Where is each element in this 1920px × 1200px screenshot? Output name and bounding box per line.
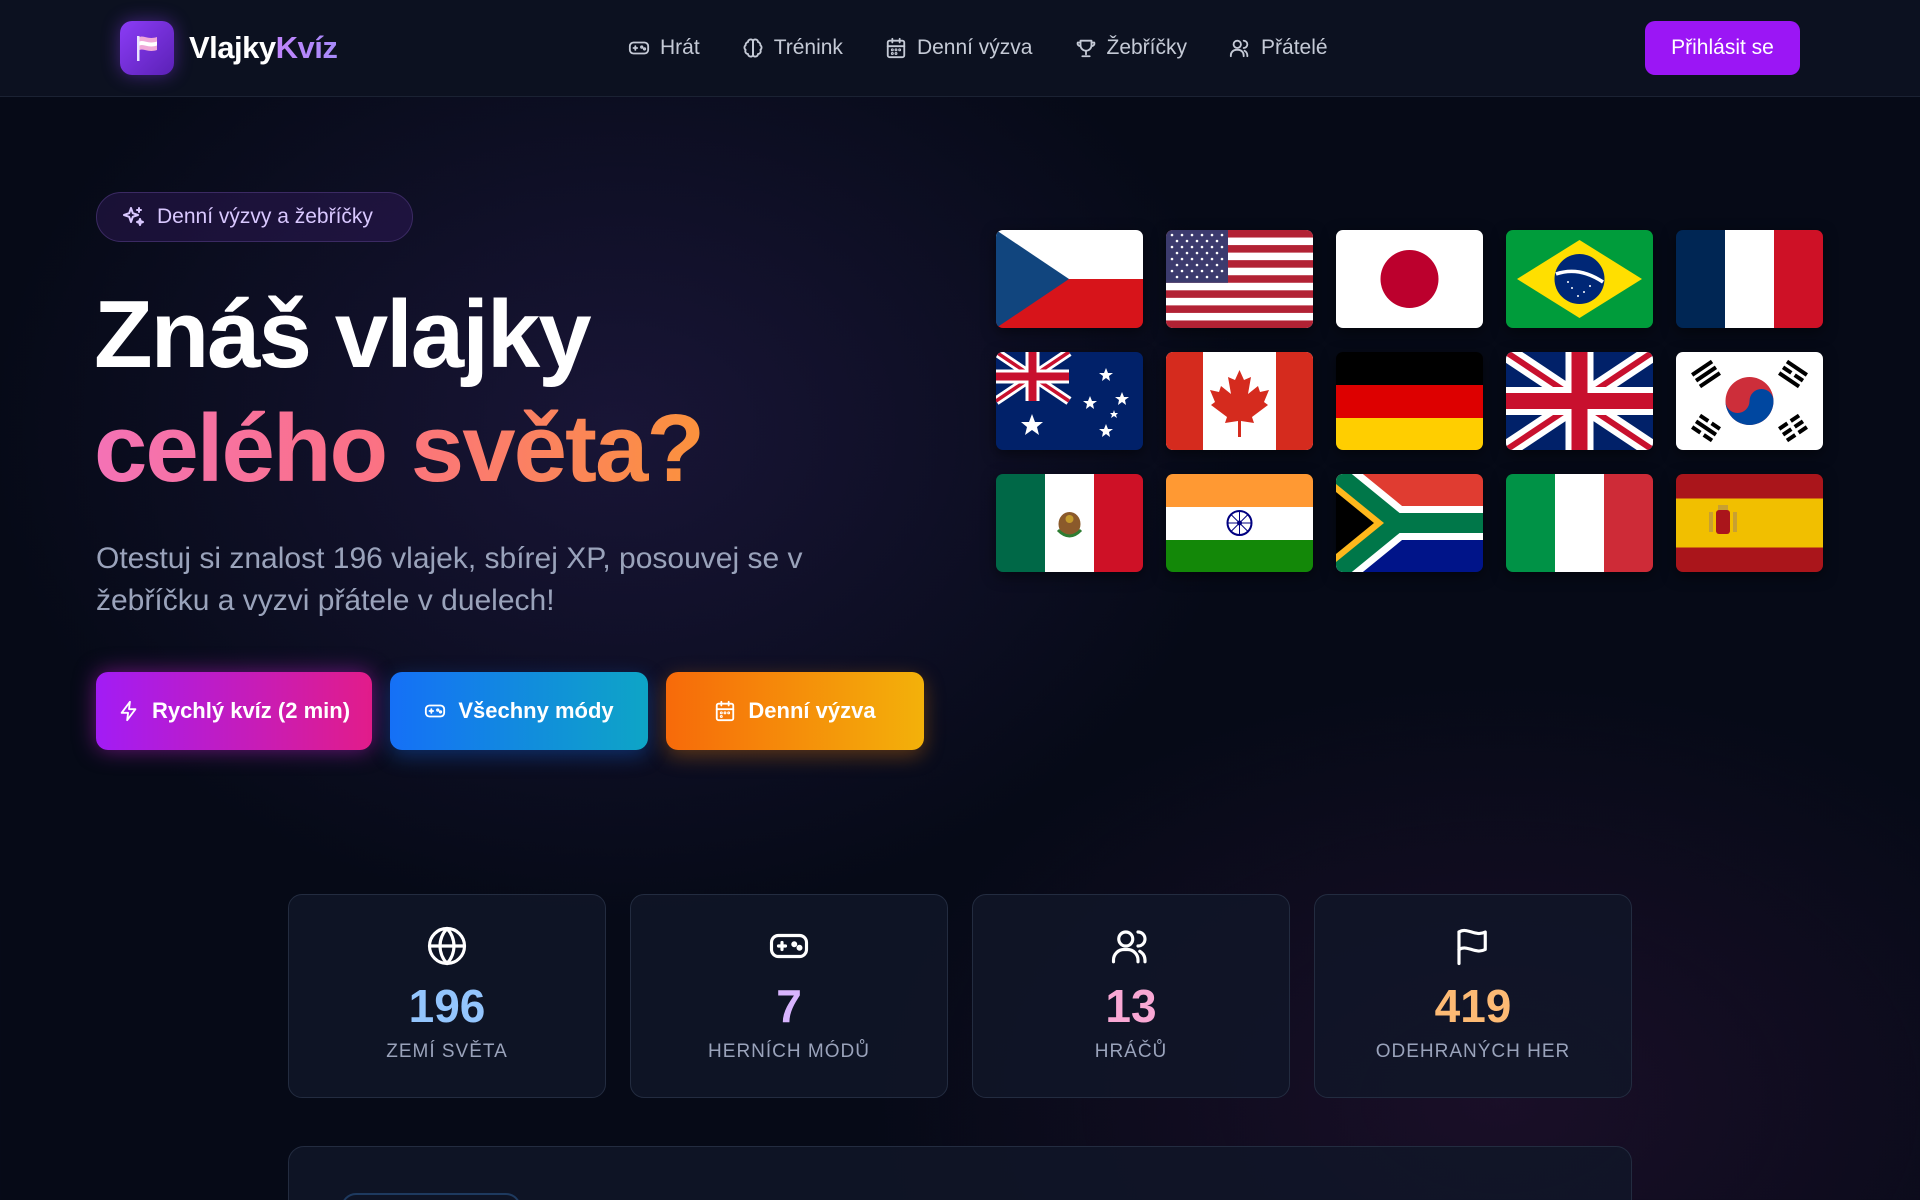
- flag-logo-icon: [120, 21, 174, 75]
- stat-label: ODEHRANÝCH HER: [1375, 1041, 1571, 1062]
- gamepad-icon: [628, 41, 650, 55]
- stat-card-games: 419 ODEHRANÝCH HER: [1314, 894, 1632, 1098]
- quick-quiz-button[interactable]: Rychlý kvíz (2 min): [96, 672, 372, 750]
- nav-item-trenink[interactable]: Trénink: [742, 30, 843, 66]
- nav-item-label: Denní výzva: [916, 36, 1033, 59]
- logo[interactable]: VlajkyKvíz: [120, 21, 338, 75]
- users-icon: [1229, 39, 1249, 58]
- feature-pill: Denní výzvy a žebříčky: [96, 192, 413, 242]
- flag-czech-republic: [996, 230, 1143, 328]
- flag-france: [1676, 230, 1823, 328]
- section-chip: [341, 1193, 521, 1200]
- flag-germany: [1336, 352, 1483, 450]
- flag-united-kingdom: [1506, 352, 1653, 450]
- stat-value: 13: [1105, 980, 1157, 1032]
- nav-item-label: Přátelé: [1261, 36, 1328, 59]
- trophy-icon: [1076, 39, 1095, 58]
- nav-item-pratele[interactable]: Přátelé: [1229, 30, 1328, 66]
- hero-subtitle: Otestuj si znalost 196 vlajek, sbírej XP…: [96, 542, 803, 617]
- flag-south-africa: [1336, 474, 1483, 572]
- nav-item-label: Žebříčky: [1106, 36, 1188, 59]
- calendar-icon: [716, 700, 735, 722]
- logo-text-part1: Vlajky: [189, 30, 276, 65]
- stat-label: HERNÍCH MÓDŮ: [708, 1041, 870, 1062]
- nav-item-hrat[interactable]: Hrát: [628, 30, 700, 66]
- quick-quiz-label: Rychlý kvíz (2 min): [151, 698, 351, 723]
- gamepad-icon: [425, 704, 446, 718]
- stat-card-modes: 7 HERNÍCH MÓDŮ: [630, 894, 948, 1098]
- calendar-icon: [886, 37, 906, 59]
- gamepad-icon: [768, 925, 810, 969]
- all-modes-label: Všechny módy: [458, 698, 614, 723]
- daily-challenge-button[interactable]: Denní výzva: [666, 672, 924, 750]
- hero-title-line2: celého světa?: [94, 394, 705, 504]
- stat-value: 196: [408, 980, 486, 1032]
- nav-item-label: Trénink: [773, 36, 843, 59]
- flag-icon: [1452, 925, 1494, 969]
- sparkles-icon: [123, 207, 144, 226]
- flag-australia: [996, 352, 1143, 450]
- flag-japan: [1336, 230, 1483, 328]
- nav-item-label: Hrát: [660, 36, 700, 59]
- globe-icon: [426, 925, 468, 969]
- nav-item-zebricky[interactable]: Žebříčky: [1075, 30, 1188, 66]
- top-navigation-bar: VlajkyKvíz Hrát Trénink Denní výzva Žebř…: [0, 0, 1920, 97]
- all-modes-button[interactable]: Všechny módy: [390, 672, 648, 750]
- stat-label: ZEMÍ SVĚTA: [386, 1041, 508, 1062]
- logo-text: VlajkyKvíz: [189, 30, 338, 66]
- flag-india: [1166, 474, 1313, 572]
- daily-challenge-label: Denní výzva: [748, 698, 876, 723]
- next-section-card: [288, 1146, 1632, 1200]
- hero-title-line1: Znáš vlajky: [94, 281, 592, 388]
- login-button[interactable]: Přihlásit se: [1645, 21, 1800, 75]
- main-nav: Hrát Trénink Denní výzva Žebříčky Přátel…: [628, 30, 1370, 66]
- stat-label: HRÁČŮ: [1094, 1041, 1168, 1062]
- flag-united-states: [1166, 230, 1313, 328]
- brain-icon: [743, 38, 763, 58]
- feature-pill-label: Denní výzvy a žebříčky: [157, 205, 373, 228]
- stat-value: 419: [1434, 980, 1512, 1032]
- hero-title-line2-text: celého světa?: [94, 395, 705, 502]
- stat-value: 7: [776, 980, 802, 1032]
- logo-text-part2: Kvíz: [275, 30, 338, 65]
- users-icon: [1110, 925, 1152, 969]
- nav-item-denni-vyzva[interactable]: Denní výzva: [885, 30, 1033, 66]
- flag-spain: [1676, 474, 1823, 572]
- flag-brazil: [1506, 230, 1653, 328]
- stat-card-players: 13 HRÁČŮ: [972, 894, 1290, 1098]
- flag-mexico: [996, 474, 1143, 572]
- lightning-icon: [120, 700, 137, 722]
- flag-canada: [1166, 352, 1313, 450]
- flag-italy: [1506, 474, 1653, 572]
- flag-south-korea: [1676, 352, 1823, 450]
- stat-card-countries: 196 ZEMÍ SVĚTA: [288, 894, 606, 1098]
